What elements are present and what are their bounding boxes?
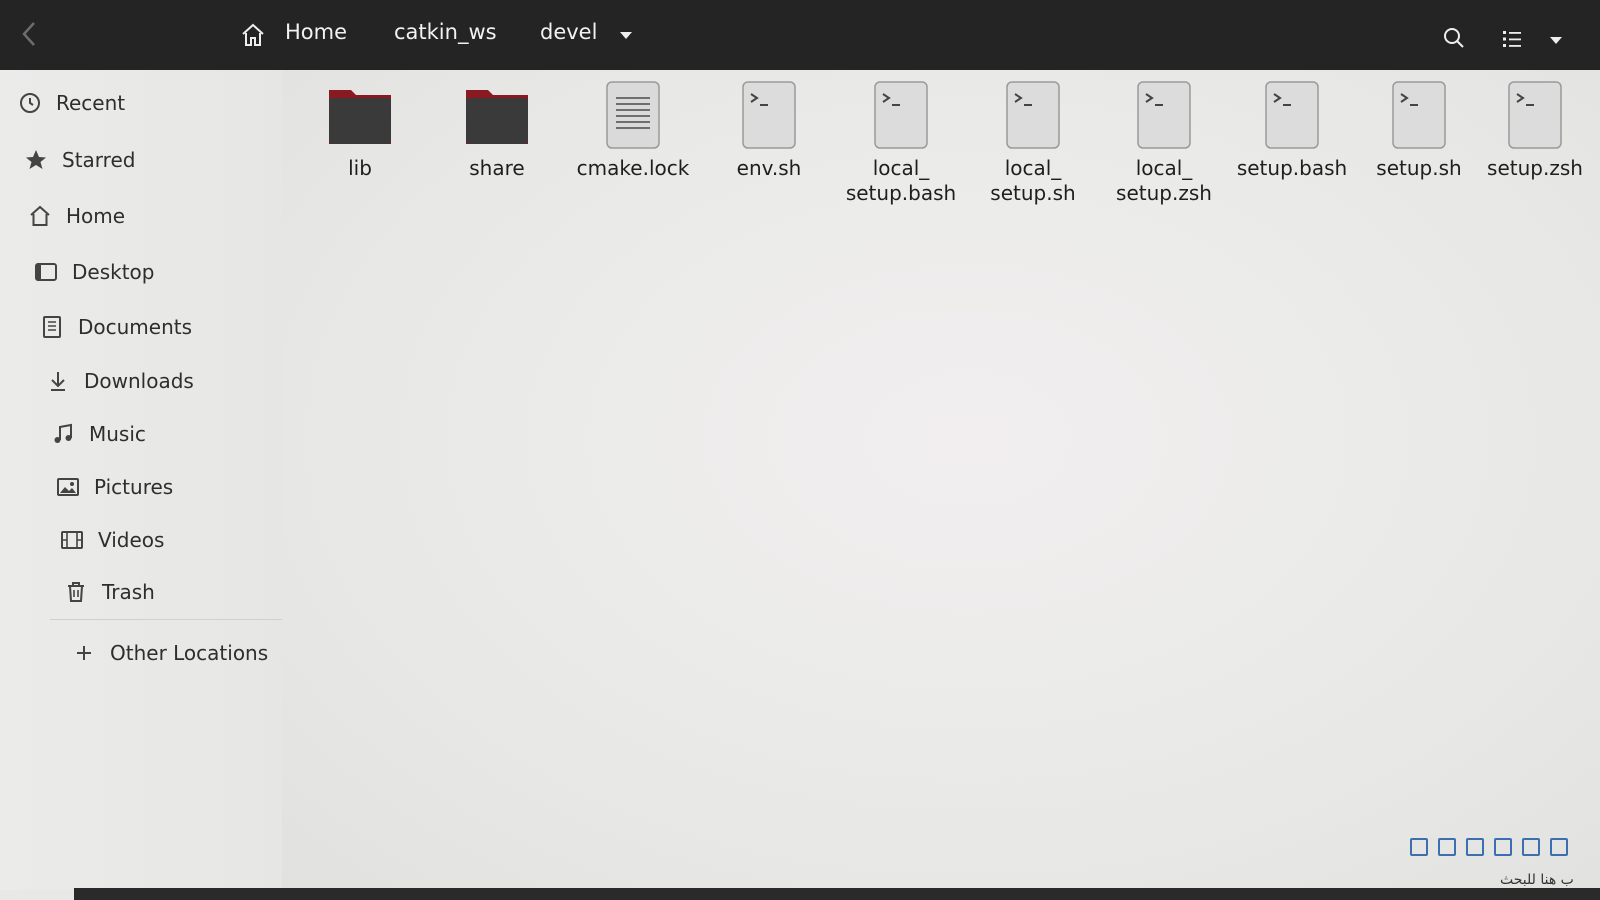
sidebar: Recent Starred Home Desktop Documents Do… — [0, 70, 310, 890]
tray-icon[interactable] — [1494, 838, 1512, 856]
tray-icon[interactable] — [1438, 838, 1456, 856]
chevron-down-icon[interactable] — [617, 26, 635, 44]
plus-icon — [77, 646, 91, 660]
script-file-icon — [1265, 81, 1319, 149]
music-icon — [54, 423, 72, 443]
script-file-icon — [742, 81, 796, 149]
back-button[interactable] — [14, 16, 44, 52]
file-name: setup.bash — [1236, 156, 1348, 180]
screen: Home catkin_ws devel Recent Starred Home… — [0, 0, 1600, 900]
script-file-icon — [1392, 81, 1446, 149]
videos-icon — [61, 531, 83, 549]
file-item-cmake-lock[interactable]: cmake.lock — [568, 80, 698, 181]
file-name: local_ setup.sh — [990, 156, 1076, 205]
sidebar-item-label: Other Locations — [110, 641, 269, 665]
text-file-icon — [606, 81, 660, 149]
sidebar-item-videos[interactable]: Videos — [60, 520, 164, 560]
file-name: setup.zsh — [1487, 156, 1583, 180]
recent-icon — [20, 93, 40, 113]
file-view: lib share cmake.lock env.sh local_ setup… — [282, 70, 1600, 890]
list-view-icon[interactable] — [1501, 28, 1523, 50]
script-file-icon — [874, 81, 928, 149]
file-name: env.sh — [736, 156, 802, 180]
search-icon[interactable] — [1442, 26, 1466, 50]
sidebar-item-trash[interactable]: Trash — [64, 572, 155, 612]
file-item-share[interactable]: share — [432, 80, 562, 181]
sidebar-item-label: Desktop — [72, 260, 155, 284]
tray-icon[interactable] — [1410, 838, 1428, 856]
breadcrumb-home[interactable]: Home — [285, 20, 347, 44]
tray-icon[interactable] — [1522, 838, 1540, 856]
sidebar-item-label: Home — [66, 204, 126, 228]
breadcrumb-devel[interactable]: devel — [540, 20, 597, 44]
sidebar-item-label: Starred — [62, 148, 136, 172]
trash-icon — [68, 582, 84, 602]
sidebar-item-label: Trash — [102, 580, 155, 604]
script-file-icon — [1508, 81, 1562, 149]
file-item-setup-sh[interactable]: setup.sh — [1354, 80, 1484, 181]
pictures-icon — [57, 478, 79, 496]
sidebar-item-label: Pictures — [94, 475, 174, 499]
script-file-icon — [1006, 81, 1060, 149]
taskbar-search-text[interactable]: ب هنا للبحث — [1500, 872, 1574, 888]
file-name: local_ setup.zsh — [1116, 156, 1212, 205]
sidebar-item-label: Documents — [78, 315, 193, 339]
sidebar-item-label: Downloads — [84, 369, 194, 393]
file-name: local_ setup.bash — [845, 156, 957, 205]
sidebar-item-home[interactable]: Home — [28, 196, 125, 236]
downloads-icon — [51, 372, 65, 391]
sidebar-item-desktop[interactable]: Desktop — [34, 252, 154, 292]
tray-icon[interactable] — [1550, 838, 1568, 856]
sidebar-item-documents[interactable]: Documents — [40, 307, 192, 347]
sidebar-item-pictures[interactable]: Pictures — [56, 467, 173, 507]
sidebar-item-label: Recent — [56, 91, 126, 115]
file-item-env-sh[interactable]: env.sh — [704, 80, 834, 181]
folder-icon — [329, 90, 391, 144]
tray-icon[interactable] — [1466, 838, 1484, 856]
home-icon — [30, 205, 50, 226]
file-item-local-setup-sh[interactable]: local_ setup.sh — [968, 80, 1098, 206]
folder-icon — [466, 90, 528, 144]
star-icon — [26, 150, 46, 169]
sidebar-item-label: Music — [89, 422, 146, 446]
header-bar: Home catkin_ws devel — [0, 0, 1600, 70]
file-item-local-setup-zsh[interactable]: local_ setup.zsh — [1099, 80, 1229, 206]
file-item-lib[interactable]: lib — [295, 80, 425, 181]
file-item-local-setup-bash[interactable]: local_ setup.bash — [836, 80, 966, 206]
taskbar-strip — [74, 888, 1600, 900]
script-file-icon — [1137, 81, 1191, 149]
documents-icon — [43, 316, 61, 338]
breadcrumb-catkin-ws[interactable]: catkin_ws — [394, 20, 497, 44]
file-item-setup-bash[interactable]: setup.bash — [1227, 80, 1357, 181]
system-tray — [1410, 836, 1600, 858]
file-name: lib — [348, 156, 372, 180]
sidebar-item-downloads[interactable]: Downloads — [46, 361, 194, 401]
home-icon[interactable] — [240, 22, 266, 48]
file-name: cmake.lock — [576, 156, 690, 180]
chevron-left-icon — [22, 22, 35, 46]
desktop-icon — [35, 263, 57, 281]
sidebar-divider — [50, 619, 310, 620]
file-item-setup-zsh[interactable]: setup.zsh — [1470, 80, 1600, 181]
sidebar-item-recent[interactable]: Recent — [18, 83, 125, 123]
file-name: setup.sh — [1376, 156, 1462, 180]
sidebar-item-music[interactable]: Music — [51, 414, 146, 454]
sidebar-item-other-locations[interactable]: Other Locations — [72, 633, 268, 673]
sidebar-item-label: Videos — [98, 528, 165, 552]
menu-dropdown-icon[interactable] — [1547, 32, 1565, 48]
file-name: share — [469, 156, 525, 180]
sidebar-item-starred[interactable]: Starred — [24, 140, 135, 180]
